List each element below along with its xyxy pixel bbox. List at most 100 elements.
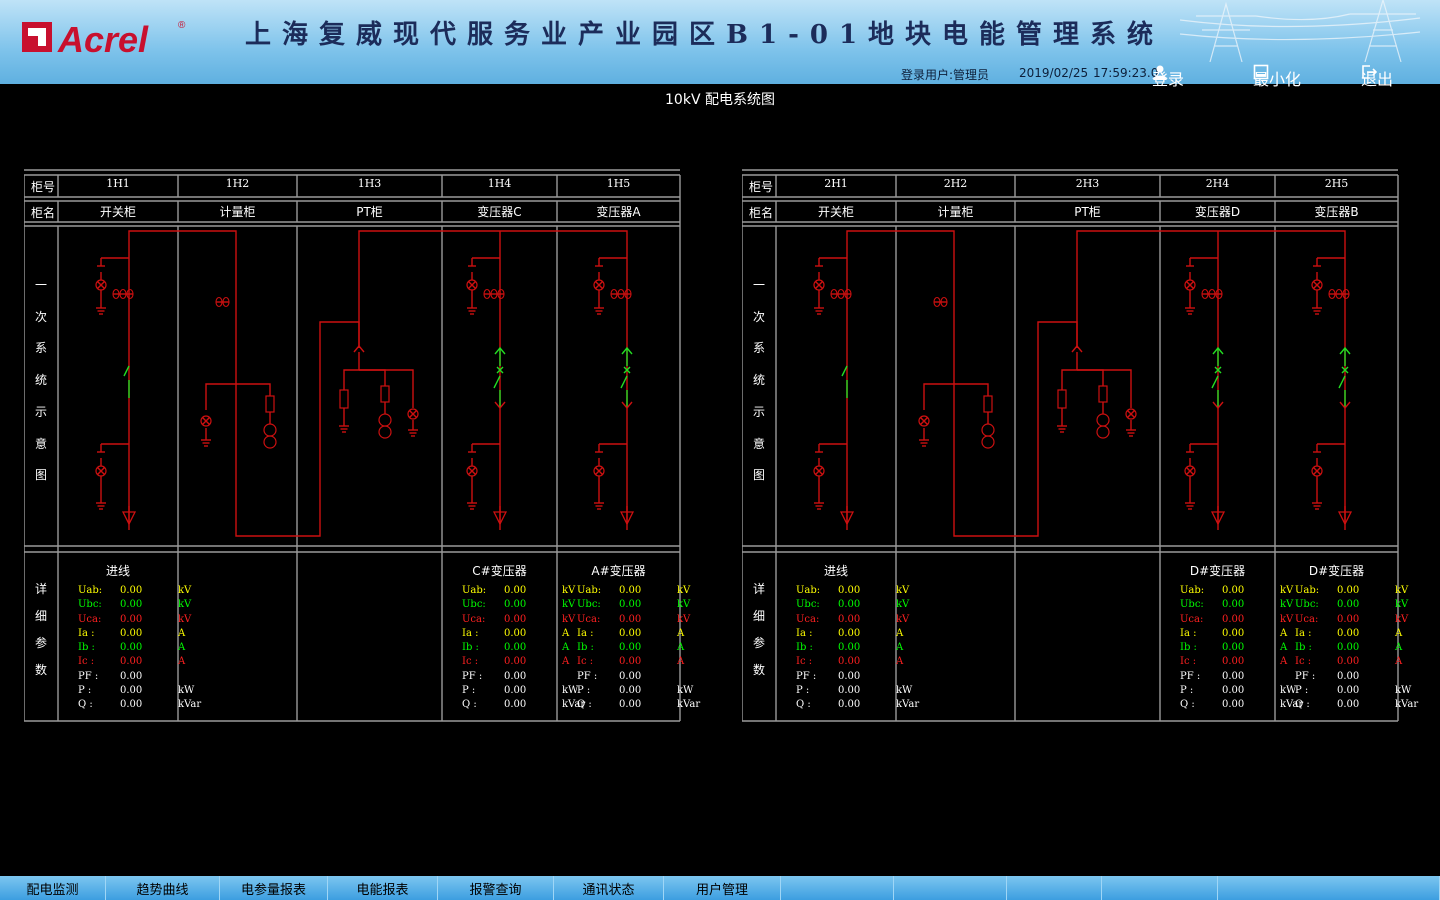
ground-symbol	[1312, 307, 1322, 315]
param-unit: A	[677, 656, 685, 668]
ground-symbol	[201, 439, 211, 447]
param-row: Uca: 0.00 kV	[1180, 613, 1303, 627]
lamp-symbol	[1125, 408, 1137, 420]
param-key: Uca:	[1180, 613, 1204, 625]
power-tower-graphic	[1180, 0, 1421, 62]
param-key: Ubc:	[577, 599, 601, 611]
param-row: P : 0.00 kW	[1295, 684, 1418, 698]
param-key: Ia :	[462, 627, 479, 639]
nav-item[interactable]: 趋势曲线	[106, 876, 220, 900]
param-row: Ubc: 0.00 kV	[78, 598, 201, 612]
param-value: 0.00	[120, 585, 143, 596]
lamp-symbol	[466, 279, 478, 291]
diagram-label-char: 示	[34, 404, 47, 419]
lamp-symbol	[813, 465, 825, 477]
param-unit: kW	[677, 685, 694, 697]
diagram-label-char: 一	[34, 278, 47, 292]
param-row: Ic : 0.00 A	[78, 655, 201, 669]
params-label-char: 参	[34, 636, 47, 650]
nav-item[interactable]: 用户管理	[664, 876, 781, 900]
cabinet-name: 变压器A	[596, 205, 641, 219]
nav-item-empty	[894, 876, 1007, 900]
param-unit: A	[1395, 642, 1403, 654]
param-row: Ubc: 0.00 kV	[577, 598, 700, 612]
param-key: Ib :	[796, 642, 813, 654]
param-value: 0.00	[619, 699, 642, 711]
param-key: Ia :	[1295, 627, 1312, 639]
param-value: 0.00	[619, 599, 642, 611]
param-key: P :	[78, 685, 92, 697]
param-unit: kW	[896, 685, 913, 697]
diagram-label-char: 图	[34, 468, 47, 483]
param-row: Uab: 0.00 kV	[1180, 584, 1303, 598]
cabinet-name: 开关柜	[99, 205, 136, 219]
meter-branch	[205, 383, 236, 410]
param-row: PF : 0.00	[1180, 670, 1303, 684]
ground-symbol	[919, 439, 929, 447]
param-key: Ib :	[577, 642, 594, 654]
param-value: 0.00	[1337, 699, 1360, 711]
nav-item[interactable]: 电能报表	[328, 876, 438, 900]
cabinet-no: 1H3	[357, 177, 382, 190]
param-value: 0.00	[1222, 599, 1245, 611]
nav-item[interactable]: 报警查询	[438, 876, 554, 900]
login-button[interactable]: 登录	[1152, 62, 1184, 89]
param-row: Ia : 0.00 A	[78, 627, 201, 641]
param-unit: kW	[562, 685, 579, 697]
param-key: Ic :	[1180, 656, 1197, 668]
meter-branch	[923, 383, 954, 410]
circuit-breaker-symbol	[620, 346, 633, 410]
nav-item[interactable]: 电参量报表	[220, 876, 328, 900]
param-value: 0.00	[504, 656, 527, 668]
current-transformer-symbol	[933, 296, 948, 308]
param-key: Ic :	[796, 656, 813, 668]
ground-symbol	[1057, 425, 1067, 433]
param-key: PF :	[1295, 670, 1316, 682]
params-label-char: 细	[752, 609, 765, 623]
param-value: 0.00	[120, 670, 143, 682]
param-value: 0.00	[838, 613, 861, 625]
param-row: Uca: 0.00 kV	[1295, 613, 1418, 627]
header-bar: Acrel ® 上海复威现代服务业产业园区B1-01地块电能管理系统 登录用户:…	[0, 0, 1440, 89]
param-unit: kVar	[178, 699, 202, 711]
distribution-panel-2: 柜号 柜名 2H1 开关柜 2H2 计量柜 2H3 PT柜 2H4 变压器D 2H5 变压器B 一次系统…	[742, 168, 1418, 728]
transformer-arrow-symbol	[492, 506, 508, 526]
exit-button[interactable]: 退出	[1361, 62, 1393, 89]
param-table: Uab: 0.00 kV Ubc: 0.00 kV Uca: 0.00 kV Ia :0.00 A I…	[1295, 584, 1418, 713]
voltage-transformer-symbol	[378, 425, 392, 439]
ground-symbol	[408, 429, 418, 437]
single-line-diagram	[95, 230, 635, 537]
param-key: P :	[577, 685, 591, 697]
nav-item[interactable]: 配电监测	[0, 876, 106, 900]
param-value: 0.00	[619, 656, 642, 668]
param-row: Q : 0.00 kVar	[1295, 698, 1418, 712]
param-row: P : 0.00 kW	[796, 684, 919, 698]
param-key: PF :	[462, 670, 483, 682]
diagram-label-char: 意	[34, 436, 47, 451]
param-value: 0.00	[619, 642, 642, 654]
nav-item[interactable]: 通讯状态	[554, 876, 664, 900]
voltage-transformer-symbol	[1096, 425, 1110, 439]
param-row: Ib : 0.00 A	[796, 641, 919, 655]
param-value: 0.00	[1222, 642, 1245, 654]
param-row: Uca: 0.00 kV	[462, 613, 585, 627]
param-value: 0.00	[838, 585, 861, 596]
param-key: Ia :	[1180, 627, 1197, 639]
param-table: Uab: 0.00 kV Ubc: 0.00 kV Uca: 0.00 kV Ia :0.00 A I…	[462, 584, 585, 713]
detail-title: D#变压器	[1189, 564, 1246, 578]
param-value: 0.00	[838, 685, 861, 697]
param-key: Q :	[577, 699, 592, 711]
param-row: Ubc: 0.00 kV	[462, 598, 585, 612]
ground-symbol	[96, 502, 106, 510]
param-key: Ic :	[1295, 656, 1312, 668]
lamp-symbol	[1184, 279, 1196, 291]
current-date: 2019/02/25	[1019, 66, 1089, 80]
param-row: Uab: 0.00 kV	[462, 584, 585, 598]
minimize-button[interactable]: 最小化	[1253, 62, 1301, 89]
lamp-symbol	[1311, 465, 1323, 477]
param-value: 0.00	[1337, 599, 1360, 611]
busbar-left	[846, 230, 955, 530]
param-unit: kV	[677, 585, 691, 596]
params-label-char: 细	[34, 609, 47, 623]
fuse-symbol	[1098, 385, 1108, 403]
